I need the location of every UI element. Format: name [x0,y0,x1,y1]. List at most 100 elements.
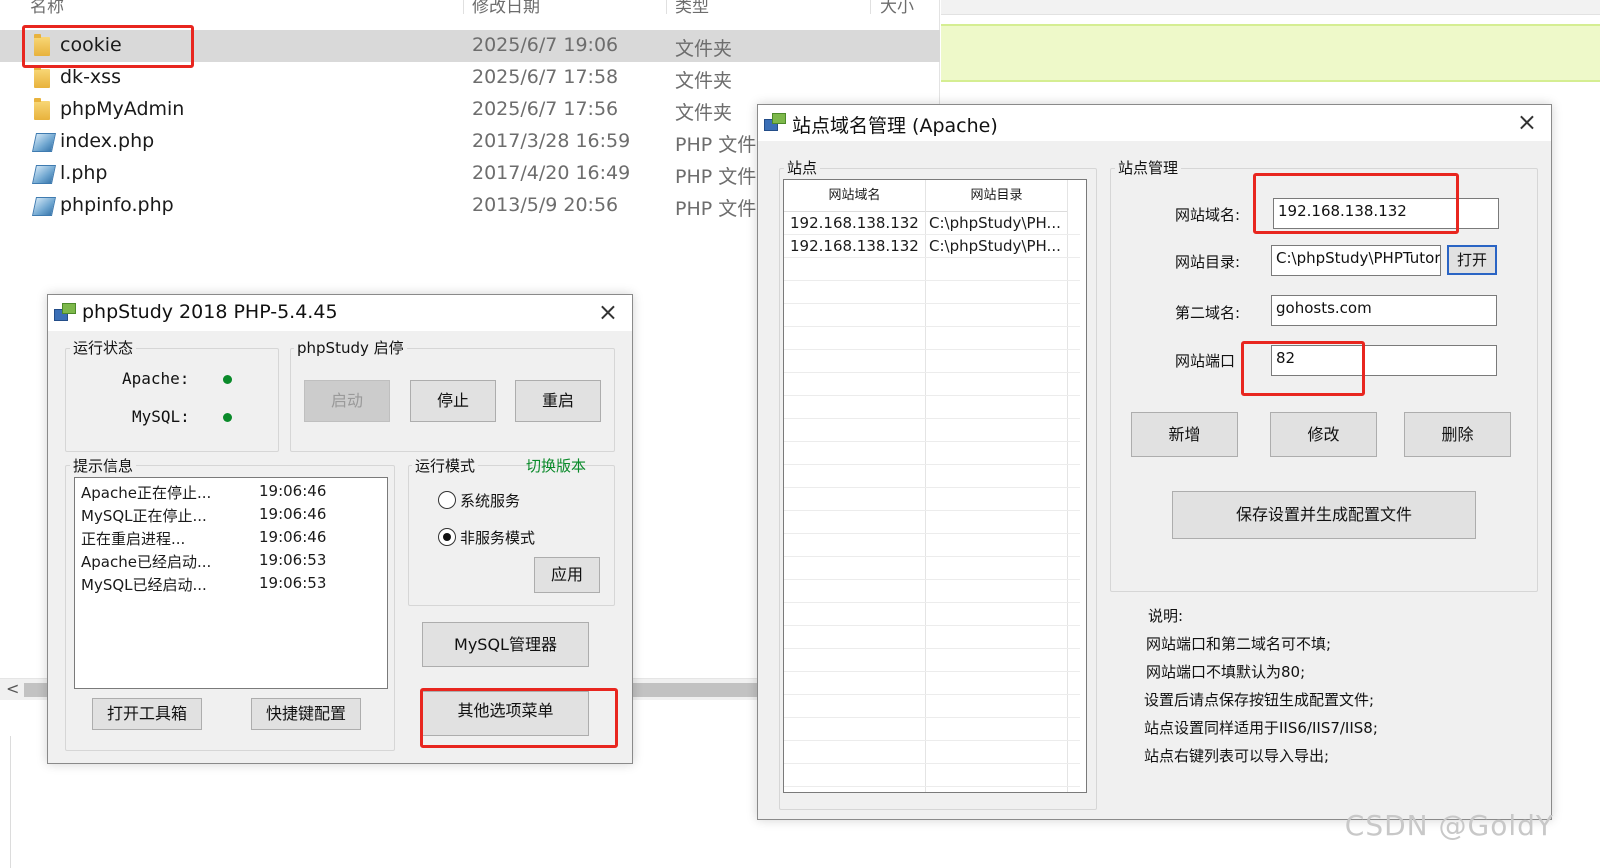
empty-row [784,696,1080,718]
log-label: 提示信息 [70,455,137,476]
apply-button[interactable]: 应用 [534,557,600,593]
file-type: 文件夹 [675,102,733,124]
site-row[interactable]: 192.168.138.132 C:\phpStudy\PH... [784,236,1080,258]
open-toolbox-button[interactable]: 打开工具箱 [92,698,202,730]
file-type: PHP 文件 [675,166,757,188]
empty-row [784,765,1080,787]
empty-row [784,719,1080,741]
empty-row [784,581,1080,603]
scroll-left-icon[interactable]: < [6,679,19,698]
file-type: PHP 文件 [675,134,757,156]
non-service-radio[interactable] [438,528,456,546]
empty-row [784,374,1080,396]
directory-label: 网站目录: [1175,253,1241,271]
empty-row [784,397,1080,419]
second-domain-input[interactable]: gohosts.com [1271,295,1497,326]
log-list[interactable]: Apache正在停止... 19:06:46 MySQL正在停止... 19:06:… [74,477,388,689]
open-directory-button[interactable]: 打开 [1447,245,1497,275]
file-row-cookie[interactable]: cookie 2025/6/7 19:06 文件夹 [0,30,940,62]
modify-site-button[interactable]: 修改 [1270,412,1377,457]
site-manager-titlebar[interactable]: 站点域名管理 (Apache) × [758,105,1551,141]
column-header-domain[interactable]: 网站域名 [784,180,926,212]
file-type: 文件夹 [675,38,733,60]
file-date: 2013/5/9 20:56 [472,194,619,216]
log-time: 19:06:46 [259,482,327,500]
non-service-label: 非服务模式 [460,529,536,547]
site-directory: C:\phpStudy\PH... [929,214,1061,232]
add-site-button[interactable]: 新增 [1131,412,1238,457]
stop-button[interactable]: 停止 [410,380,496,422]
empty-row [784,512,1080,534]
php-file-icon [31,133,57,152]
mysql-label: MySQL: [132,407,190,426]
mysql-manager-button[interactable]: MySQL管理器 [422,622,589,667]
file-date: 2017/3/28 16:59 [472,130,631,152]
empty-row [784,259,1080,281]
log-message: Apache已经启动... [81,553,212,571]
close-icon[interactable]: × [598,298,618,326]
phpstudy-app-icon [54,303,76,323]
site-list[interactable]: 网站域名 网站目录 192.168.138.132 C:\phpStudy\PH… [783,179,1087,793]
phpstudy-titlebar[interactable]: phpStudy 2018 PHP-5.4.45 × [48,295,632,331]
file-type: PHP 文件 [675,198,757,220]
column-header-directory[interactable]: 网站目录 [926,180,1068,212]
log-time: 19:06:53 [259,551,327,569]
empty-row [784,604,1080,626]
log-time: 19:06:53 [259,574,327,592]
note-line: 站点设置同样适用于IIS6/IIS7/IIS8; [1144,719,1378,737]
restart-button[interactable]: 重启 [515,380,601,422]
empty-row [784,305,1080,327]
column-separator[interactable] [870,0,871,14]
close-icon[interactable]: × [1517,108,1537,136]
log-row: 正在重启进程... 19:06:46 [81,528,326,549]
column-separator[interactable] [666,0,667,14]
empty-row [784,535,1080,557]
file-date: 2025/6/7 17:56 [472,98,619,120]
log-time: 19:06:46 [259,528,327,546]
column-header-name[interactable]: 名称 [30,0,64,17]
other-options-button[interactable]: 其他选项菜单 [422,691,589,736]
empty-row [784,650,1080,672]
file-name: cookie [60,34,122,56]
directory-input[interactable]: C:\phpStudy\PHPTutor [1271,245,1441,276]
file-name: index.php [60,130,155,152]
file-type: 文件夹 [675,70,733,92]
log-message: 正在重启进程... [81,530,186,548]
empty-row [784,420,1080,442]
folder-icon [34,98,50,120]
start-button[interactable]: 启动 [304,380,390,422]
save-config-button[interactable]: 保存设置并生成配置文件 [1172,491,1476,539]
site-manager-title: 站点域名管理 (Apache) [792,115,998,137]
file-name: l.php [60,162,108,184]
file-row-dk-xss[interactable]: dk-xss 2025/6/7 17:58 文件夹 [0,62,940,94]
log-row: MySQL已经启动... 19:06:53 [81,574,326,595]
mysql-status-dot [223,413,232,422]
column-separator[interactable] [463,0,464,14]
empty-row [784,489,1080,511]
port-input[interactable]: 82 [1271,345,1497,376]
column-header-date[interactable]: 修改日期 [472,0,540,17]
file-name: dk-xss [60,66,121,88]
system-service-radio[interactable] [438,491,456,509]
empty-row [784,351,1080,373]
folder-icon [34,66,50,88]
file-name: phpinfo.php [60,194,174,216]
background-window-bar [941,0,1600,15]
empty-row [784,466,1080,488]
site-directory: C:\phpStudy\PH... [929,237,1061,255]
delete-site-button[interactable]: 删除 [1404,412,1511,457]
run-status-group [65,348,279,452]
column-header-size[interactable]: 大小 [880,0,914,17]
site-row[interactable]: 192.168.138.132 C:\phpStudy\PH... [784,213,1080,235]
apache-label: Apache: [122,369,190,388]
switch-version-link[interactable]: 切换版本 [526,455,586,476]
port-label: 网站端口 [1175,352,1236,370]
log-time: 19:06:46 [259,505,327,523]
empty-row [784,328,1080,350]
file-date: 2017/4/20 16:49 [472,162,631,184]
run-mode-label: 运行模式 [412,455,479,476]
domain-input[interactable]: 192.168.138.132 [1273,198,1499,229]
hotkey-config-button[interactable]: 快捷键配置 [251,698,361,730]
note-line: 站点右键列表可以导入导出; [1144,747,1330,765]
column-header-type[interactable]: 类型 [675,0,709,17]
